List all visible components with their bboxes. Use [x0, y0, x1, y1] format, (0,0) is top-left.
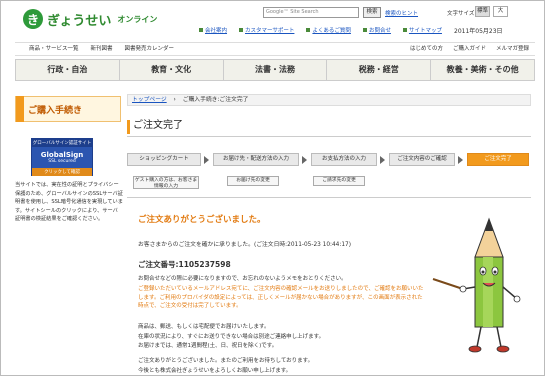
step-complete: ご注文完了 [467, 153, 529, 166]
top-link-support[interactable]: カスタマーサポート [239, 26, 294, 34]
sub-navigation: 商品・サービス一覧 新刊図書 図書発売カレンダー はじめての方 ご購入ガイド メ… [15, 42, 535, 56]
email-note: ご登録いただいているメールアドレス宛てに、ご注文内容の確認メールをお送りしました… [138, 285, 428, 311]
bullet-icon [306, 28, 311, 32]
change-delivery-button[interactable]: お届け先の変更 [227, 176, 279, 186]
sidebar-title: ご購入手続き [15, 96, 121, 122]
ssl-badge-top: グローバルサイン認証サイト [32, 139, 92, 147]
step-confirm: ご注文内容のご確認 [389, 153, 455, 166]
order-number: ご注文番号:1105237598 [138, 260, 231, 269]
sidebar-ssl-text: 当サイトでは、実在性の証明とプライバシー保護のため、グローバルサインのSSLサー… [15, 182, 123, 222]
subnav-newsletter[interactable]: メルマガ登録 [496, 43, 529, 55]
top-link-contact[interactable]: お問合せ [362, 26, 391, 34]
bullet-icon [239, 28, 244, 32]
bullet-icon [199, 28, 203, 32]
top-link-faq[interactable]: よくあるご質問 [306, 26, 351, 34]
pencil-mascot-icon [432, 217, 521, 353]
site-logo[interactable]: き ぎょうせい オンライン [23, 9, 157, 29]
top-link-sitemap[interactable]: サイトマップ [402, 26, 442, 34]
nav-tax[interactable]: 税務・経営 [327, 60, 432, 80]
delivery-time-note: お届けまでは、通常1週間程(土、日、祝日を除く)です。 [138, 343, 278, 349]
main-navigation: 行政・自治 教育・文化 法書・法務 税務・経営 教養・美術・その他 [15, 59, 535, 81]
order-accepted-text: お客さまからのご注文を確かに承りました。(ご注文日時:2011-05-23 10… [138, 242, 351, 248]
subnav-new-books[interactable]: 新刊図書 [91, 43, 113, 55]
globalsign-ssl-badge[interactable]: グローバルサイン認証サイト GlobalSign SSL secured クリッ… [31, 138, 93, 176]
search-input[interactable]: Google™ Site Search [263, 7, 359, 18]
font-size-label: 文字サイズ [447, 11, 475, 17]
closing-note: ご注文ありがとうございました。またのご利用をお待ちしております。 [138, 358, 314, 364]
guest-info-button[interactable]: ゲスト購入の方は、お客さま情報の入力 [133, 176, 199, 189]
email-note-text: ご登録いただいているメールアドレス宛てに、ご注文内容の確認メールをお送りしました… [138, 286, 424, 309]
font-size-large-button[interactable]: 大 [493, 6, 508, 17]
top-link-company[interactable]: 会社案内 [199, 26, 227, 34]
breadcrumb-current: ご購入手続き:ご注文完了 [182, 97, 249, 103]
subnav-products[interactable]: 商品・サービス一覧 [29, 43, 79, 55]
page-title: ご注文完了 [127, 117, 531, 137]
top-links: 会社案内 カスタマーサポート よくあるご質問 お問合せ サイトマップ [199, 26, 442, 34]
step-delivery: お届け先・配送方法の入力 [213, 153, 299, 166]
search-hint-link[interactable]: 検索のヒント [385, 9, 418, 17]
step-payment: お支払方法の入力 [311, 153, 377, 166]
page-frame: き ぎょうせい オンライン Google™ Site Search 検索 検索の… [0, 0, 545, 376]
memo-note: お問合せなどの際に必要になりますので、お忘れのないようメモをおとりください。 [138, 276, 347, 282]
nav-education[interactable]: 教育・文化 [120, 60, 224, 80]
subnav-calendar[interactable]: 図書発売カレンダー [125, 43, 175, 55]
step-cart: ショッピングカート [127, 153, 201, 166]
ssl-badge-sub: SSL secured [48, 159, 76, 164]
bullet-icon [402, 28, 407, 32]
ssl-badge-brand: GlobalSign [40, 151, 84, 159]
content-divider [127, 197, 531, 198]
ssl-badge-verify: クリックして確認 [32, 168, 92, 176]
checkout-steps: ショッピングカート お届け先・配送方法の入力 お支払方法の入力 ご注文内容のご確… [127, 153, 531, 167]
nav-culture[interactable]: 教養・美術・その他 [431, 60, 534, 80]
step-arrow-icon [458, 156, 463, 164]
search-button[interactable]: 検索 [363, 7, 381, 18]
current-date: 2011年05月23日 [454, 28, 503, 35]
step-arrow-icon [302, 156, 307, 164]
thanks-heading: ご注文ありがとうございました。 [138, 215, 266, 225]
step-arrow-icon [204, 156, 209, 164]
closing-note-2: 今後とも株式会社ぎょうせいをよろしくお願い申し上げます。 [138, 368, 292, 374]
breadcrumb: トップページ › ご購入手続き:ご注文完了 [127, 94, 531, 106]
shipping-note: 商品は、郵送、もしくは宅配便でお届けいたします。 [138, 324, 270, 330]
change-billing-button[interactable]: ご請求先の変更 [313, 176, 365, 186]
font-size-standard-button[interactable]: 標準 [475, 6, 490, 17]
sidebar-title-text: ご購入手続き [28, 105, 83, 116]
logo-subtext: オンライン [117, 14, 158, 24]
stock-note: 在庫の状況により、すぐにお送りできない場合は別途ご連絡申し上げます。 [138, 334, 325, 340]
nav-gyosei[interactable]: 行政・自治 [16, 60, 120, 80]
sidebar-title-bar [16, 96, 24, 122]
subnav-first-time[interactable]: はじめての方 [410, 43, 443, 55]
nav-law[interactable]: 法書・法務 [224, 60, 328, 80]
step-arrow-icon [380, 156, 385, 164]
breadcrumb-separator-icon: › [173, 97, 176, 103]
bullet-icon [362, 28, 367, 32]
subnav-purchase-guide[interactable]: ご購入ガイド [453, 43, 486, 55]
logo-text: ぎょうせい [47, 13, 112, 29]
breadcrumb-home-link[interactable]: トップページ [132, 97, 167, 103]
logo-mark-icon: き [23, 9, 43, 29]
